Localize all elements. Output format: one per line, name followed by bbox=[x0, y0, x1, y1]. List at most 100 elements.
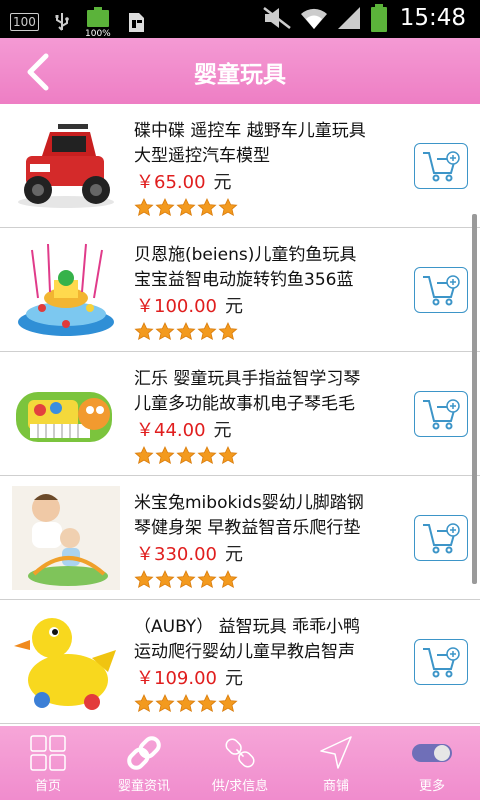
rating-stars bbox=[134, 694, 238, 713]
cart-add-icon bbox=[423, 151, 460, 182]
product-name-line1: 贝恩施(beiens)儿童钓鱼玩具 bbox=[134, 245, 357, 265]
price-value: ￥100.00 bbox=[136, 296, 217, 317]
product-image-baby-play-gym bbox=[12, 486, 120, 590]
status-bar: 100 100% 15:48 bbox=[0, 0, 480, 38]
price-unit: 元 bbox=[224, 544, 243, 565]
usb-icon bbox=[55, 13, 69, 31]
storage-badge: 100 bbox=[10, 13, 39, 31]
rating-stars bbox=[134, 570, 238, 589]
star-icon bbox=[134, 694, 154, 713]
product-row[interactable]: 汇乐 婴童玩具手指益智学习琴 儿童多功能故事机电子琴毛毛 ￥44.00 元 bbox=[0, 352, 480, 476]
cart-add-icon bbox=[423, 523, 460, 554]
star-icon bbox=[218, 446, 238, 465]
nav-item-shops[interactable]: 商铺 bbox=[288, 726, 384, 800]
star-icon bbox=[155, 694, 175, 713]
document-icon bbox=[128, 13, 144, 32]
battery-icon bbox=[370, 4, 387, 32]
nav-label: 婴童资讯 bbox=[117, 779, 170, 794]
product-name-line2: 宝宝益智电动旋转钓鱼356蓝 bbox=[134, 270, 354, 290]
star-icon bbox=[155, 446, 175, 465]
nav-item-news[interactable]: 婴童资讯 bbox=[96, 726, 192, 800]
product-image-caterpillar-piano bbox=[16, 392, 112, 442]
product-name[interactable]: 碟中碟 遥控车 越野车儿童玩具 大型遥控汽车模型 bbox=[134, 119, 396, 169]
star-icon bbox=[176, 570, 196, 589]
price-value: ￥330.00 bbox=[136, 544, 217, 565]
chain-link-outline-icon bbox=[225, 738, 255, 768]
wifi-icon bbox=[300, 8, 327, 29]
title-bar: 婴童玩具 bbox=[0, 38, 480, 104]
product-price: ￥65.00 元 bbox=[136, 168, 232, 194]
nav-label: 供/求信息 bbox=[211, 779, 269, 794]
product-row[interactable]: 米宝兔mibokids婴幼儿脚踏钢 琴健身架 早教益智音乐爬行垫 ￥330.00… bbox=[0, 476, 480, 600]
star-icon bbox=[176, 694, 196, 713]
star-icon bbox=[134, 322, 154, 341]
nav-label: 更多 bbox=[418, 779, 445, 794]
nav-item-supply-demand[interactable]: 供/求信息 bbox=[192, 726, 288, 800]
add-to-cart-button[interactable] bbox=[414, 391, 468, 437]
product-price: ￥109.00 元 bbox=[136, 664, 243, 690]
star-icon bbox=[176, 198, 196, 217]
signal-icon bbox=[337, 7, 360, 29]
product-row[interactable]: 碟中碟 遥控车 越野车儿童玩具 大型遥控汽车模型 ￥65.00 元 bbox=[0, 104, 480, 228]
product-name[interactable]: 汇乐 婴童玩具手指益智学习琴 儿童多功能故事机电子琴毛毛 bbox=[134, 367, 396, 417]
price-value: ￥109.00 bbox=[136, 668, 217, 689]
product-name-line2: 运动爬行婴幼儿童早教启智声 bbox=[134, 642, 355, 662]
battery-label: 100% bbox=[85, 29, 111, 37]
star-icon bbox=[218, 694, 238, 713]
page-title: 婴童玩具 bbox=[194, 62, 286, 88]
star-icon bbox=[155, 322, 175, 341]
star-icon bbox=[197, 694, 217, 713]
star-icon bbox=[134, 198, 154, 217]
price-value: ￥65.00 bbox=[136, 172, 206, 193]
product-price: ￥100.00 元 bbox=[136, 292, 243, 318]
product-price: ￥44.00 元 bbox=[136, 416, 232, 442]
cart-add-icon bbox=[423, 399, 460, 430]
list-scrollbar[interactable] bbox=[472, 214, 477, 584]
product-name-line1: 碟中碟 遥控车 越野车儿童玩具 bbox=[134, 121, 366, 141]
product-image-rc-jeep bbox=[18, 124, 114, 208]
star-icon bbox=[134, 446, 154, 465]
star-icon bbox=[155, 570, 175, 589]
cart-add-icon bbox=[423, 275, 460, 306]
nav-label: 首页 bbox=[34, 779, 61, 794]
product-name[interactable]: （AUBY） 益智玩具 乖乖小鸭 运动爬行婴幼儿童早教启智声 bbox=[134, 615, 396, 665]
price-unit: 元 bbox=[224, 668, 243, 689]
add-to-cart-button[interactable] bbox=[414, 267, 468, 313]
cart-add-icon bbox=[423, 647, 460, 678]
product-row[interactable]: 贝恩施(beiens)儿童钓鱼玩具 宝宝益智电动旋转钓鱼356蓝 ￥100.00… bbox=[0, 228, 480, 352]
star-icon bbox=[134, 570, 154, 589]
star-icon bbox=[197, 570, 217, 589]
navigation-arrow-icon bbox=[320, 736, 352, 769]
product-name[interactable]: 贝恩施(beiens)儿童钓鱼玩具 宝宝益智电动旋转钓鱼356蓝 bbox=[134, 243, 396, 293]
product-price: ￥330.00 元 bbox=[136, 540, 243, 566]
product-row[interactable]: （AUBY） 益智玩具 乖乖小鸭 运动爬行婴幼儿童早教启智声 ￥109.00 元 bbox=[0, 600, 480, 724]
star-icon bbox=[176, 322, 196, 341]
product-image-fishing-game bbox=[18, 243, 114, 336]
product-name-line1: （AUBY） 益智玩具 乖乖小鸭 bbox=[134, 617, 360, 637]
rating-stars bbox=[134, 322, 238, 341]
star-icon bbox=[197, 322, 217, 341]
nav-label: 商铺 bbox=[322, 779, 349, 794]
product-list[interactable]: 碟中碟 遥控车 越野车儿童玩具 大型遥控汽车模型 ￥65.00 元 贝恩施(be… bbox=[0, 104, 480, 726]
price-unit: 元 bbox=[213, 172, 232, 193]
chain-link-icon bbox=[127, 736, 161, 770]
rating-stars bbox=[134, 198, 238, 217]
add-to-cart-button[interactable] bbox=[414, 515, 468, 561]
product-name-line2: 大型遥控汽车模型 bbox=[134, 146, 270, 166]
battery-full-icon: 100% bbox=[85, 7, 111, 37]
price-value: ￥44.00 bbox=[136, 420, 206, 441]
nav-item-home[interactable]: 首页 bbox=[0, 726, 96, 800]
product-name[interactable]: 米宝兔mibokids婴幼儿脚踏钢 琴健身架 早教益智音乐爬行垫 bbox=[134, 491, 396, 541]
nav-item-more[interactable]: 更多 bbox=[384, 726, 480, 800]
star-icon bbox=[197, 198, 217, 217]
rating-stars bbox=[134, 446, 238, 465]
add-to-cart-button[interactable] bbox=[414, 639, 468, 685]
product-name-line1: 汇乐 婴童玩具手指益智学习琴 bbox=[134, 369, 361, 389]
toggle-icon bbox=[412, 744, 452, 762]
product-name-line2: 儿童多功能故事机电子琴毛毛 bbox=[134, 394, 355, 414]
star-icon bbox=[197, 446, 217, 465]
add-to-cart-button[interactable] bbox=[414, 143, 468, 189]
product-name-line2: 琴健身架 早教益智音乐爬行垫 bbox=[134, 518, 361, 538]
price-unit: 元 bbox=[213, 420, 232, 441]
star-icon bbox=[218, 570, 238, 589]
